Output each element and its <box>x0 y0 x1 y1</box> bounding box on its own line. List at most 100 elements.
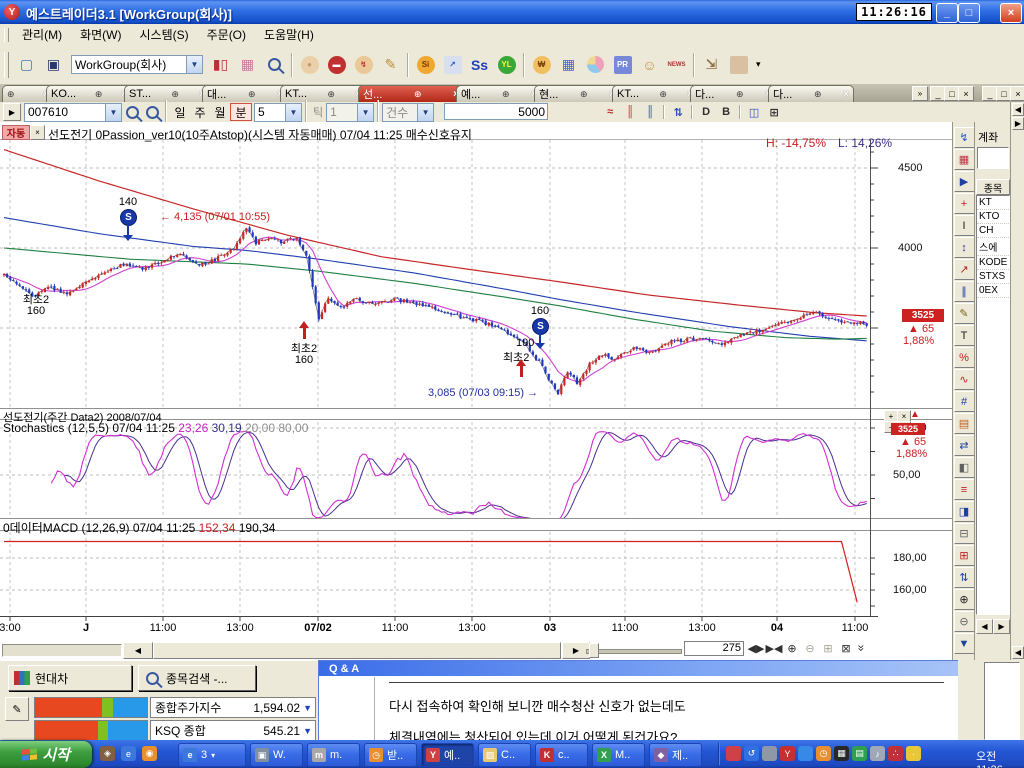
yl-icon[interactable]: YL <box>494 52 519 78</box>
pin-icon[interactable]: ⊕ <box>95 89 103 100</box>
text-tool-icon[interactable]: T <box>954 325 975 346</box>
pr-monitor-icon[interactable]: PR <box>610 52 635 78</box>
menu-item[interactable]: 주문(O) <box>198 26 255 44</box>
crosshair-icon[interactable]: + <box>954 193 975 214</box>
period-월-button[interactable]: 월 <box>210 104 230 120</box>
rows-icon[interactable]: ≡ <box>954 479 975 500</box>
chart-tray-icon[interactable]: ▦ <box>834 746 849 761</box>
new-page-icon[interactable]: ▢ <box>14 52 39 78</box>
holding-row[interactable]: CH <box>977 224 1009 238</box>
swatch-icon[interactable] <box>726 52 751 78</box>
collapse-panel-icon[interactable]: ⊟ <box>954 523 975 544</box>
tab-overflow-icon[interactable]: » <box>912 86 928 101</box>
launch-icon[interactable]: ◈ <box>100 746 115 761</box>
quote-table-icon[interactable]: ▦ <box>235 52 260 78</box>
chart-blue-bars-icon[interactable]: ║ <box>641 104 659 120</box>
holding-row[interactable]: KT <box>977 196 1009 210</box>
close-icon[interactable]: × <box>843 89 849 100</box>
task-c[interactable]: Kc.. <box>535 743 588 767</box>
close-mdi-button[interactable]: × <box>958 86 974 101</box>
holding-row[interactable]: STXS <box>977 270 1009 284</box>
restore-button[interactable]: □ <box>958 3 980 23</box>
tab-KT...[interactable]: KT...⊕× <box>280 85 366 102</box>
candle-chart-icon[interactable]: ▮▯ <box>208 52 233 78</box>
titlebar[interactable]: Y 예스트레이더3.1 [WorkGroup(회사)] 11:26:16 _ □… <box>0 0 1024 24</box>
save-icon[interactable]: ▣ <box>41 52 66 78</box>
pin-icon[interactable]: ⊕ <box>502 89 510 100</box>
expand-icon[interactable]: ⇲ <box>699 52 724 78</box>
refresh-icon[interactable]: ↯ <box>954 127 975 148</box>
tv-chart-icon[interactable]: ↗ <box>440 52 465 78</box>
channel-icon[interactable]: ∥ <box>954 281 975 302</box>
chevron-down-icon[interactable]: ▾ <box>756 59 761 70</box>
closechart-icon[interactable]: ⊠ <box>838 641 854 656</box>
calendar-search-icon[interactable]: ▦ <box>556 52 581 78</box>
holdings-list[interactable]: KTKTOCH스에KODESTXS0EX <box>976 195 1010 615</box>
chevron-double-down-icon[interactable]: » <box>854 645 868 652</box>
symbol-combo[interactable]: 007610 ▼ <box>24 103 122 122</box>
monitor-icon[interactable]: ▤ <box>852 746 867 761</box>
chevron-down-icon[interactable]: ▼ <box>105 104 121 121</box>
chart-grid-icon[interactable]: ⊞ <box>765 104 783 120</box>
task-receive[interactable]: ◷받.. <box>364 743 417 767</box>
tab-선...[interactable]: 선...⊕× <box>358 85 464 102</box>
zoom-icon[interactable] <box>262 52 287 78</box>
pin-icon[interactable]: ⊕ <box>327 89 335 100</box>
ss-icon[interactable]: Ss <box>467 52 492 78</box>
account-input[interactable] <box>977 147 1009 169</box>
chevron-down-icon[interactable]: ▼ <box>285 104 301 121</box>
holding-row[interactable]: KTO <box>977 210 1009 224</box>
tab-KT...[interactable]: KT...⊕× <box>612 85 698 102</box>
qna-window[interactable]: Q & A 다시 접속하여 확인해 보니깐 매수청산 신호가 없는데도 체결내역… <box>318 660 960 741</box>
zoomin-icon[interactable]: ⊕ <box>784 641 800 656</box>
shrink-icon[interactable]: ⊖ <box>954 611 975 632</box>
mic-icon[interactable] <box>762 746 777 761</box>
symbol-search-button[interactable]: 종목검색 -... <box>138 665 256 691</box>
menu-item[interactable]: 도움말(H) <box>255 26 323 44</box>
pin-icon[interactable]: ⊕ <box>414 89 422 100</box>
qna-titlebar[interactable]: Q & A <box>319 661 967 676</box>
bars-count-input[interactable]: 275 <box>684 641 744 656</box>
tab-대...[interactable]: 대...⊕× <box>202 85 288 102</box>
period-일-button[interactable]: 일 <box>170 104 190 120</box>
task-je[interactable]: ◆제.. <box>649 743 702 767</box>
vline-icon[interactable]: ↕ <box>954 237 975 258</box>
tab-현...[interactable]: 현...⊕× <box>534 85 620 102</box>
scroll-left-icon[interactable]: ◀ <box>976 619 993 634</box>
start-button[interactable]: 시작 <box>0 741 92 768</box>
hscrollbar-thumb[interactable] <box>153 642 561 659</box>
media-icon[interactable]: ◉ <box>142 746 157 761</box>
task-m[interactable]: mm. <box>307 743 360 767</box>
menu-item[interactable]: 관리(M) <box>13 26 71 44</box>
order-icon[interactable]: ● <box>297 52 322 78</box>
pie-chart-icon[interactable] <box>583 52 608 78</box>
network-icon[interactable] <box>798 746 813 761</box>
minimize-button[interactable]: _ <box>936 3 958 23</box>
halfbox-icon[interactable]: ◧ <box>954 457 975 478</box>
period-분-button[interactable]: 분 <box>230 103 252 121</box>
period-주-button[interactable]: 주 <box>190 104 210 120</box>
close-icon[interactable]: × <box>30 125 45 140</box>
percent-icon[interactable]: % <box>954 347 975 368</box>
expand-panel-icon[interactable]: ⊞ <box>954 545 975 566</box>
tab-KO...[interactable]: KO...⊕× <box>46 85 132 102</box>
pin-icon[interactable]: ⊕ <box>659 89 667 100</box>
scroll-left-button[interactable]: ◀ <box>123 642 153 659</box>
fit-icon[interactable]: ▶◀ <box>766 641 782 656</box>
count-input[interactable] <box>444 103 548 120</box>
index-row[interactable]: KSQ 종합545.21▼ <box>150 720 316 741</box>
scroll-left-icon[interactable]: ◀ <box>1012 103 1024 116</box>
pin-icon[interactable]: ⊕ <box>171 89 179 100</box>
scroll-left-icon[interactable]: ◀ <box>1012 646 1024 659</box>
layout-icon[interactable]: ▦ <box>954 149 975 170</box>
chart-red-bars-icon[interactable]: ║ <box>621 104 639 120</box>
news-icon[interactable]: NEWS <box>664 52 689 78</box>
task-w[interactable]: ▣W. <box>250 743 303 767</box>
close-button[interactable]: × <box>1000 3 1022 23</box>
tab-예...[interactable]: 예...⊕× <box>456 85 542 102</box>
step-icon[interactable]: ◀▶ <box>748 641 764 656</box>
zoomarea-icon[interactable]: ⊕ <box>954 589 975 610</box>
task-ie-group[interactable]: e3▾ <box>178 743 246 767</box>
trendline-icon[interactable]: ↗ <box>954 259 975 280</box>
minute-combo[interactable]: 5 ▼ <box>254 103 302 122</box>
